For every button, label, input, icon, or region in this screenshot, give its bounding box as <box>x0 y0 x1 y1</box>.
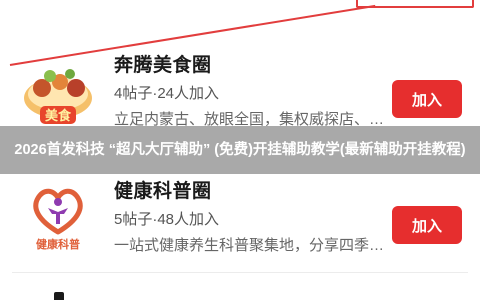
logo-text: 健康科普 <box>36 237 80 251</box>
join-button[interactable]: 加入 <box>392 80 462 118</box>
overlay-banner: 2026首发科技 “超凡大厅辅助” (免费)开挂辅助教学(最新辅助开挂教程) <box>0 126 480 174</box>
circle-description: 一站式健康养生科普聚集地，分享四季养生知识 <box>114 237 386 254</box>
circle-title: 奔腾美食圈 <box>114 55 212 76</box>
next-item-stub <box>54 292 64 300</box>
circle-meta: 5帖子·48人加入 <box>114 211 220 228</box>
circle-card-health[interactable]: 健康科普 健康科普圈 5帖子·48人加入 一站式健康养生科普聚集地，分享四季养生… <box>12 176 468 286</box>
divider <box>12 272 468 273</box>
overlay-banner-text: 2026首发科技 “超凡大厅辅助” (免费)开挂辅助教学(最新辅助开挂教程) <box>14 142 466 158</box>
heart-person-icon: 健康科普 <box>20 180 96 256</box>
circle-title: 健康科普圈 <box>114 181 212 202</box>
food-platter-icon: 美食 <box>20 54 96 130</box>
logo-text: 美食 <box>45 108 72 124</box>
circle-meta: 4帖子·24人加入 <box>114 85 220 102</box>
join-button[interactable]: 加入 <box>392 206 462 244</box>
